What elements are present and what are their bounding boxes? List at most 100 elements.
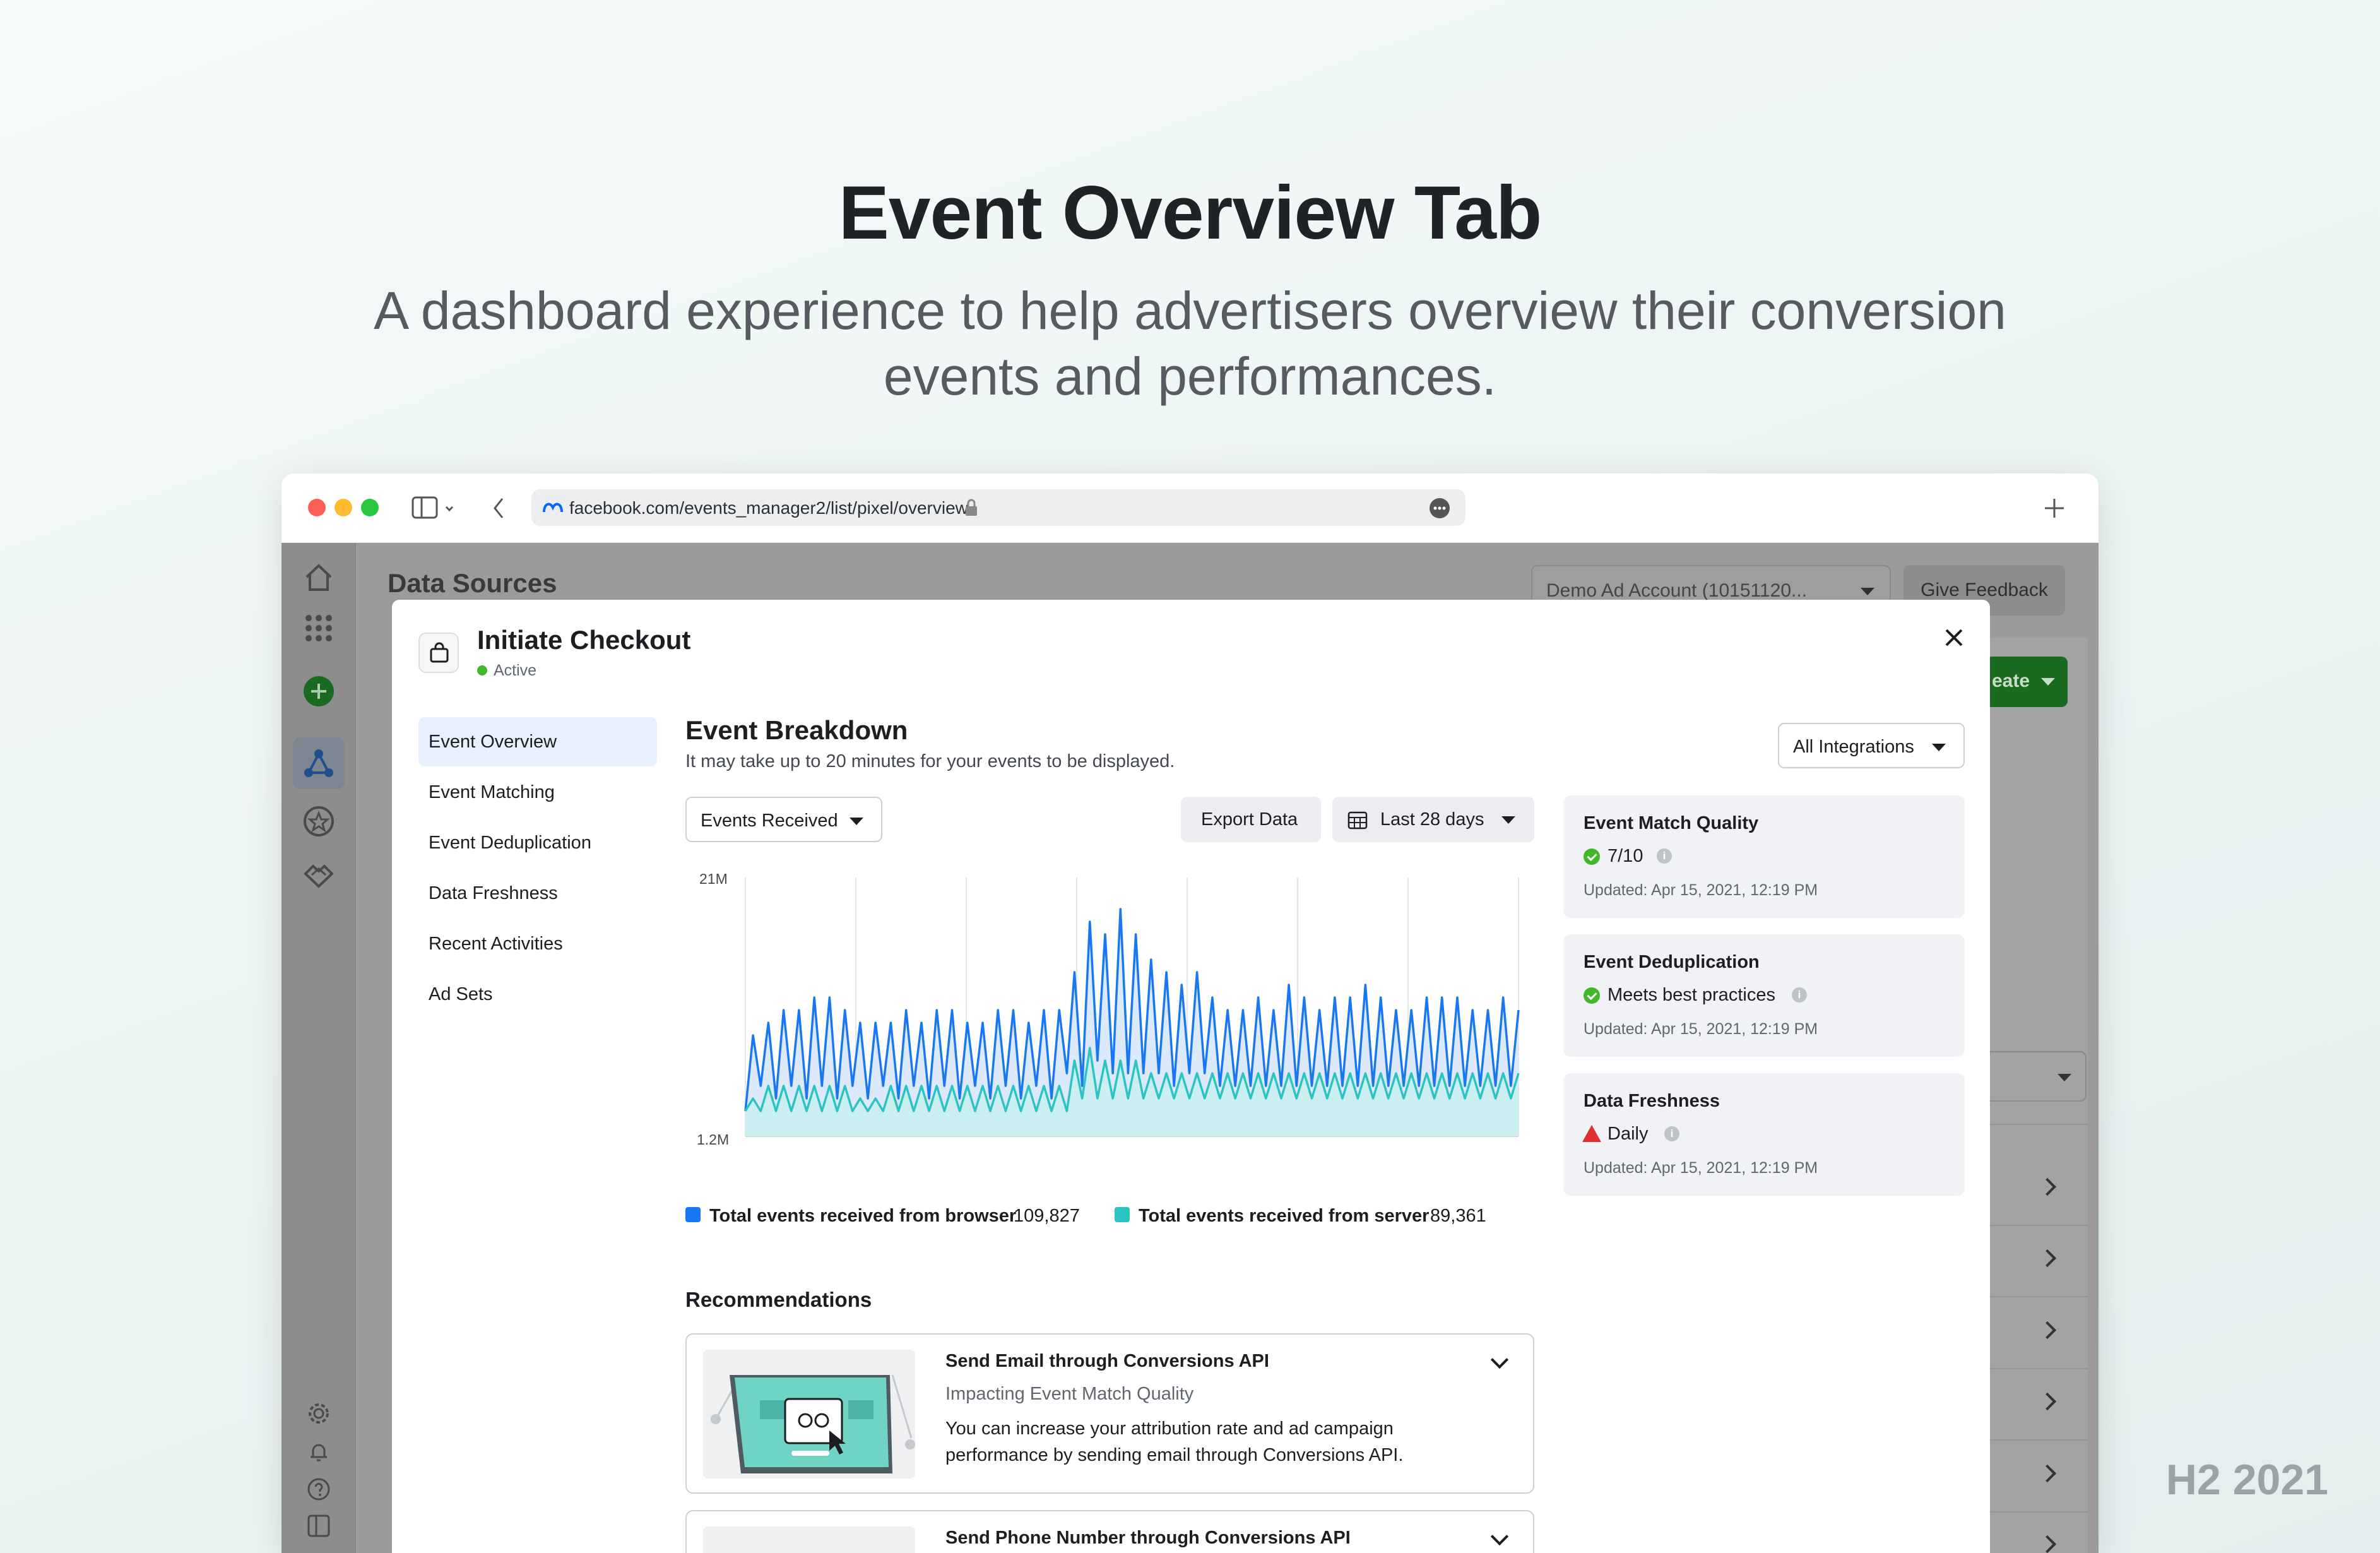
browser-window: facebook.com/events_manager2/list/pixel/… (281, 473, 2099, 1553)
lock-icon (966, 499, 977, 516)
chevron-down-icon[interactable] (1490, 1527, 1509, 1546)
new-tab-icon[interactable] (2042, 496, 2066, 520)
shopping-bag-icon (418, 633, 459, 673)
legend-server-label: Total events received from server (1139, 1206, 1430, 1226)
info-icon[interactable]: i (1792, 987, 1807, 1003)
close-icon[interactable] (1938, 622, 1970, 653)
create-button[interactable]: eate (1986, 657, 2068, 707)
divider (1986, 1124, 2088, 1125)
event-match-quality-card[interactable]: Event Match Quality 7/10 i Updated: Apr … (1563, 795, 1965, 918)
recommendation-description: You can increase your attribution rate a… (945, 1419, 1404, 1465)
recommendation-card[interactable]: Send Phone Number through Conversions AP… (685, 1510, 1534, 1553)
date-range-label: Last 28 days (1380, 809, 1484, 830)
more-options-icon[interactable] (1429, 497, 1450, 519)
meta-logo-icon (543, 503, 563, 513)
chevron-right-icon[interactable] (2038, 1177, 2057, 1196)
recommendation-illustration (703, 1526, 915, 1553)
divider (1986, 1296, 2088, 1297)
events-received-chart: 21M 1.2M Apr 26 Apr 30 May 4 May 8 May 12 May… (697, 871, 1542, 1162)
card-title: Event Deduplication (1584, 952, 1760, 972)
star-icon[interactable] (303, 806, 335, 837)
chevron-right-icon[interactable] (2038, 1392, 2057, 1411)
recommendations-title: Recommendations (685, 1288, 872, 1311)
event-breakdown-title: Event Breakdown (685, 715, 908, 745)
x-tick-label: May 16 (1274, 1161, 1321, 1162)
email-illustration (711, 1374, 915, 1473)
date-range-dropdown[interactable]: Last 28 days (1332, 797, 1534, 842)
browser-toolbar: facebook.com/events_manager2/list/pixel/… (281, 473, 2099, 543)
card-value: 7/10 (1607, 846, 1643, 866)
tab-data-freshness[interactable]: Data Freshness (418, 869, 657, 918)
tab-recent-activities[interactable]: Recent Activities (418, 919, 657, 968)
back-arrow-icon[interactable] (491, 496, 506, 520)
event-deduplication-card[interactable]: Event Deduplication Meets best practices… (1563, 934, 1965, 1057)
tab-event-matching[interactable]: Event Matching (418, 768, 657, 817)
tab-event-deduplication[interactable]: Event Deduplication (418, 818, 657, 867)
legend-browser-value: 109,827 (1014, 1206, 1080, 1226)
url-text: facebook.com/events_manager2/list/pixel/… (569, 498, 968, 518)
info-icon[interactable]: i (1664, 1126, 1679, 1141)
apps-grid-icon[interactable] (303, 612, 335, 644)
x-tick-label: Apr 30 (834, 1161, 877, 1162)
card-value: Daily (1607, 1124, 1649, 1144)
chevron-right-icon[interactable] (2038, 1321, 2057, 1340)
sidebar-toggle-icon[interactable] (411, 496, 456, 520)
tab-ad-sets[interactable]: Ad Sets (418, 970, 657, 1019)
hero-title: Event Overview Tab (838, 170, 1542, 255)
help-icon[interactable] (307, 1477, 331, 1501)
address-bar[interactable]: facebook.com/events_manager2/list/pixel/… (531, 489, 1465, 526)
integrations-label: All Integrations (1793, 737, 1914, 757)
notifications-bell-icon[interactable] (307, 1439, 331, 1463)
events-metric-dropdown[interactable]: Events Received (685, 797, 882, 842)
chevron-down-icon (1501, 816, 1515, 824)
recommendation-card[interactable]: Send Email through Conversions API Impac… (685, 1333, 1534, 1494)
legend-server-value: 89,361 (1430, 1206, 1486, 1226)
events-manager-app: Data Sources Demo Ad Account (10151120..… (281, 543, 2099, 1553)
create-plus-icon[interactable] (303, 675, 335, 707)
chevron-down-icon (2057, 1074, 2071, 1081)
hero-subtitle: A dashboard experience to help advertise… (374, 281, 2006, 406)
legend-swatch-browser (685, 1207, 701, 1222)
create-label: eate (1992, 670, 2030, 691)
events-manager-nav[interactable] (293, 737, 345, 789)
export-data-button[interactable]: Export Data (1181, 797, 1321, 842)
chevron-down-icon (2041, 678, 2055, 686)
maximize-window-button[interactable] (361, 499, 379, 516)
event-status: Active (477, 662, 536, 680)
events-manager-icon (304, 749, 333, 777)
event-breakdown-subtitle: It may take up to 20 minutes for your ev… (685, 751, 1175, 771)
card-updated: Updated: Apr 15, 2021, 12:19 PM (1584, 1020, 1818, 1038)
calendar-icon (1347, 811, 1368, 830)
ad-account-name: Demo Ad Account (10151120... (1546, 580, 1808, 601)
x-axis-ticks: Apr 26 Apr 30 May 4 May 8 May 12 May 16 May 20… (724, 1161, 1542, 1162)
tab-event-overview[interactable]: Event Overview (418, 717, 657, 766)
chevron-right-icon[interactable] (2038, 1249, 2057, 1268)
chevron-down-icon[interactable] (1490, 1350, 1509, 1369)
minimize-window-button[interactable] (335, 499, 352, 516)
handshake-icon[interactable] (303, 859, 335, 890)
divider (1986, 1368, 2088, 1369)
y-tick-label: 1.2M (697, 1131, 729, 1148)
home-icon[interactable] (303, 562, 335, 593)
events-metric-label: Events Received (701, 811, 838, 831)
background-dropdown[interactable] (1986, 1051, 2087, 1102)
data-freshness-card[interactable]: Data Freshness Daily i Updated: Apr 15, … (1563, 1073, 1965, 1196)
check-circle-icon (1584, 987, 1600, 1004)
integrations-dropdown[interactable]: All Integrations (1778, 723, 1965, 768)
chart-legend: Total events received from browser 109,8… (685, 1206, 1569, 1232)
background-list-panel (1986, 638, 2088, 1553)
panel-toggle-icon[interactable] (307, 1514, 331, 1538)
chevron-right-icon[interactable] (2038, 1535, 2057, 1553)
divider (1986, 1225, 2088, 1226)
export-data-label: Export Data (1201, 809, 1298, 830)
settings-gear-icon[interactable] (307, 1401, 331, 1425)
close-window-button[interactable] (308, 499, 326, 516)
chevron-down-icon (1932, 744, 1946, 751)
x-tick-label: May 8 (1057, 1161, 1097, 1162)
chevron-right-icon[interactable] (2038, 1464, 2057, 1483)
x-tick-label: May 26 (1495, 1161, 1542, 1162)
check-circle-icon (1584, 848, 1600, 865)
give-feedback-label: Give Feedback (1921, 580, 2048, 600)
info-icon[interactable]: i (1657, 848, 1672, 864)
x-tick-label: Apr 26 (724, 1161, 767, 1162)
